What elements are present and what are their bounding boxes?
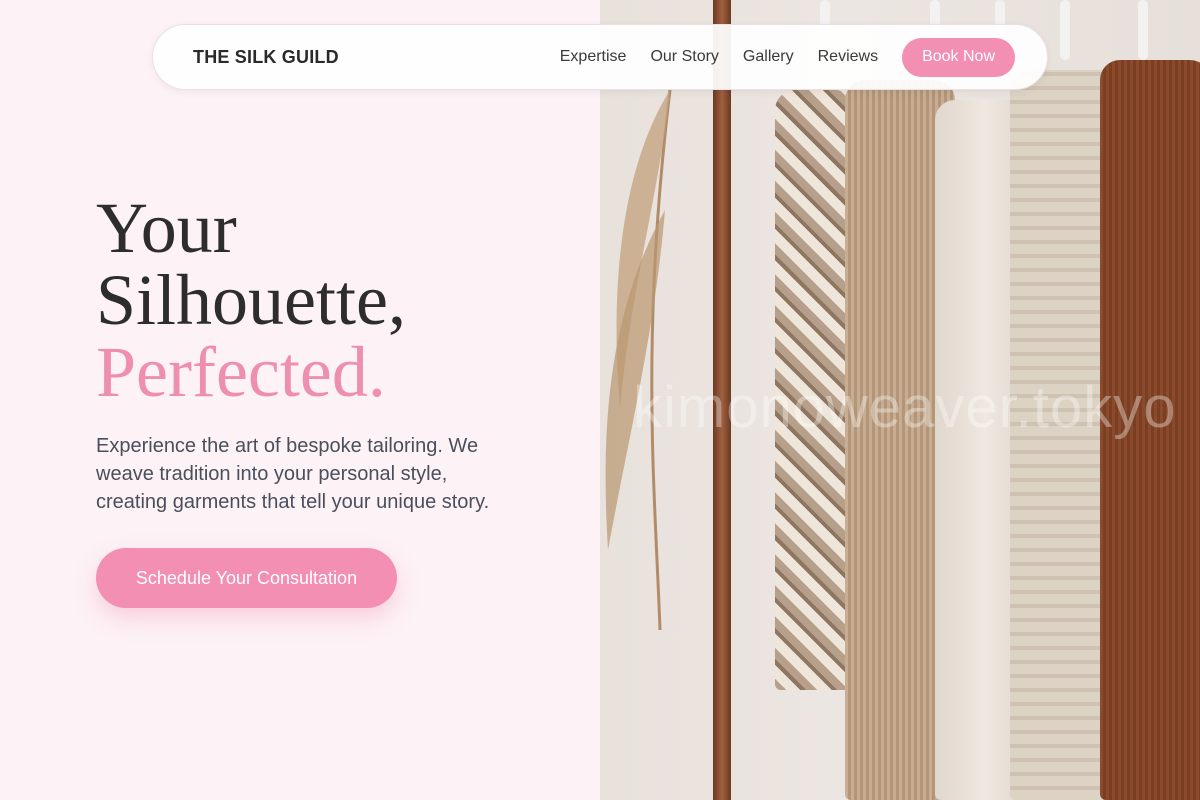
hero-description: Experience the art of bespoke tailoring.… bbox=[96, 435, 490, 513]
book-now-button[interactable]: Book Now bbox=[902, 37, 1015, 77]
top-navbar: THE SILK GUILD Expertise Our Story Galle… bbox=[152, 24, 1048, 90]
hero-title-line2: Silhouette, bbox=[96, 260, 406, 340]
image-watermark: kimonoweaver.tokyo bbox=[633, 375, 1177, 440]
nav-reviews[interactable]: Reviews bbox=[818, 48, 878, 66]
nav-expertise[interactable]: Expertise bbox=[560, 48, 627, 66]
brand-logo[interactable]: THE SILK GUILD bbox=[193, 47, 560, 68]
hero-title: Your Silhouette, Perfected. bbox=[96, 192, 406, 408]
hero-image: kimonoweaver.tokyo bbox=[600, 0, 1200, 800]
hero-title-accent: Perfected. bbox=[96, 332, 386, 412]
pampas-grass-decoration bbox=[605, 90, 672, 630]
nav-gallery[interactable]: Gallery bbox=[743, 48, 794, 66]
hero-left-pane: Your Silhouette, Perfected. Experience t… bbox=[0, 0, 600, 800]
schedule-consultation-button[interactable]: Schedule Your Consultation bbox=[96, 548, 397, 608]
nav-our-story[interactable]: Our Story bbox=[650, 48, 718, 66]
hero-title-line1: Your bbox=[96, 188, 237, 268]
hanger bbox=[1060, 0, 1070, 60]
nav-links: Expertise Our Story Gallery Reviews Book… bbox=[560, 37, 1015, 77]
hanger bbox=[1138, 0, 1148, 60]
